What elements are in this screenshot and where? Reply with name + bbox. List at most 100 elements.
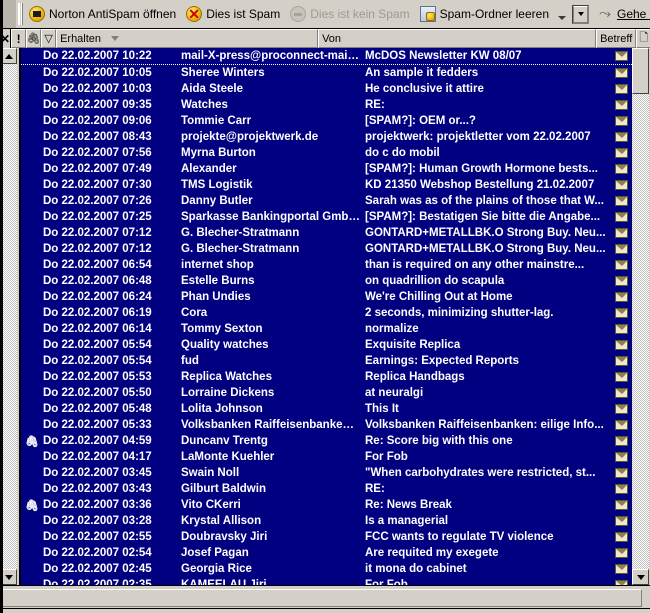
message-row[interactable]: Do 22.02.2007 06:14 Tommy Sexton normalize [21, 321, 632, 337]
unread-envelope-icon[interactable] [610, 212, 632, 222]
unread-envelope-icon[interactable] [610, 468, 632, 478]
attachment-paperclip-icon: 🖇 [25, 435, 39, 448]
unread-envelope-icon[interactable] [610, 356, 632, 366]
message-row[interactable]: Do 22.02.2007 06:24 Phan Undies We're Chil… [21, 289, 632, 305]
message-row[interactable]: Do 22.02.2007 10:03 Aida Steele He conclus… [21, 81, 632, 97]
unread-envelope-icon[interactable] [610, 404, 632, 414]
message-sender: Sheree Winters [181, 67, 265, 79]
this-is-spam-button[interactable]: Dies ist Spam [182, 2, 286, 26]
message-row[interactable]: Do 22.02.2007 09:06 Tommie Carr [SPAM?]: O… [21, 113, 632, 129]
right-vertical-scrollbar[interactable] [632, 48, 650, 585]
message-row[interactable]: Do 22.02.2007 07:49 Alexander [SPAM?]: Hum… [21, 161, 632, 177]
message-received-date: Do 22.02.2007 07:26 [43, 195, 152, 207]
message-row[interactable]: Do 22.02.2007 10:22 mail-X-press@proconne… [21, 48, 632, 65]
unread-envelope-icon[interactable] [610, 388, 632, 398]
unread-envelope-icon[interactable] [610, 420, 632, 430]
unread-envelope-icon[interactable] [610, 116, 632, 126]
column-header-subject[interactable]: Betreff [596, 29, 637, 48]
message-row[interactable]: Do 22.02.2007 05:48 Lolita Johnson This It [21, 401, 632, 417]
right-scrollbar-thumb[interactable] [632, 48, 649, 94]
message-row[interactable]: Do 22.02.2007 03:43 Gilburt Baldwin RE: [21, 481, 632, 497]
unread-envelope-icon[interactable] [610, 260, 632, 270]
unread-envelope-icon[interactable] [610, 228, 632, 238]
unread-envelope-icon[interactable] [610, 324, 632, 334]
unread-envelope-icon[interactable] [610, 276, 632, 286]
message-row[interactable]: Do 22.02.2007 02:55 Doubravsky Jiri FCC wa… [21, 529, 632, 545]
toolbar-overflow-chevron-down-icon[interactable] [558, 16, 566, 20]
right-scrollbar-track[interactable] [632, 94, 649, 569]
unread-envelope-icon[interactable] [610, 244, 632, 254]
message-row[interactable]: Do 22.02.2007 07:25 Sparkasse Bankingport… [21, 209, 632, 225]
message-list[interactable]: Do 22.02.2007 10:22 mail-X-press@proconne… [21, 48, 632, 585]
message-row[interactable]: Do 22.02.2007 03:28 Krystal Allison Is a m… [21, 513, 632, 529]
column-header-attachment[interactable]: 🖇 [26, 29, 42, 48]
message-received-date: Do 22.02.2007 05:54 [43, 339, 152, 351]
not-spam-icon [290, 6, 307, 22]
message-row[interactable]: Do 22.02.2007 08:43 projekte@projektwerk.… [21, 129, 632, 145]
envelope-glyph [614, 308, 628, 318]
message-row[interactable]: Do 22.02.2007 07:30 TMS Logistik KD 21350 … [21, 177, 632, 193]
message-row[interactable]: Do 22.02.2007 06:48 Estelle Burns on quadr… [21, 273, 632, 289]
address-combo-box[interactable] [572, 4, 589, 24]
unread-envelope-icon[interactable] [610, 180, 632, 190]
message-row[interactable]: Do 22.02.2007 07:12 G. Blecher-Stratmann G… [21, 241, 632, 257]
message-row[interactable]: Do 22.02.2007 05:50 Lorraine Dickens at ne… [21, 385, 632, 401]
unread-envelope-icon[interactable] [610, 436, 632, 446]
unread-envelope-icon[interactable] [610, 548, 632, 558]
unread-envelope-icon[interactable] [610, 196, 632, 206]
unread-envelope-icon[interactable] [610, 372, 632, 382]
message-row[interactable]: Do 22.02.2007 05:53 Replica Watches Replic… [21, 369, 632, 385]
message-row[interactable]: 🖇 Do 22.02.2007 04:59 Duncanv Trentg Re: Sc… [21, 433, 632, 449]
right-scroll-down-arrow-icon[interactable] [632, 569, 649, 585]
message-subject: Re: Score big with this one [365, 435, 513, 447]
message-row[interactable]: Do 22.02.2007 02:54 Josef Pagan Are requit… [21, 545, 632, 561]
address-combo-dropdown-button[interactable] [573, 5, 588, 23]
open-norton-antispam-button[interactable]: Norton AntiSpam öffnen [25, 2, 182, 26]
message-row[interactable]: Do 22.02.2007 05:33 Volksbanken Raiffeise… [21, 417, 632, 433]
unread-envelope-icon[interactable] [610, 148, 632, 158]
unread-envelope-icon[interactable] [610, 308, 632, 318]
unread-envelope-icon[interactable] [610, 164, 632, 174]
unread-envelope-icon[interactable] [610, 100, 632, 110]
column-header-page[interactable]: 🗋 [636, 29, 650, 48]
toolbar-gripper[interactable] [18, 3, 25, 25]
unread-envelope-icon[interactable] [610, 516, 632, 526]
go-to-button[interactable]: ⤳ Gehe zu [593, 2, 650, 26]
message-row[interactable]: Do 22.02.2007 04:17 LaMonte Kuehler For Fo… [21, 449, 632, 465]
unread-envelope-icon[interactable] [610, 340, 632, 350]
unread-envelope-icon[interactable] [610, 564, 632, 574]
open-norton-antispam-label: Norton AntiSpam öffnen [49, 7, 177, 21]
unread-envelope-icon[interactable] [610, 500, 632, 510]
message-row[interactable]: Do 22.02.2007 09:35 Watches RE: [21, 97, 632, 113]
unread-envelope-icon[interactable] [610, 68, 632, 78]
message-row[interactable]: Do 22.02.2007 05:54 Quality watches Exquis… [21, 337, 632, 353]
message-row[interactable]: Do 22.02.2007 02:45 Georgia Rice it mona d… [21, 561, 632, 577]
unread-envelope-icon[interactable] [610, 132, 632, 142]
message-row[interactable]: Do 22.02.2007 02:35 KAMEELAU Jiri For Fob [21, 577, 632, 585]
message-row[interactable]: Do 22.02.2007 06:54 internet shop than is … [21, 257, 632, 273]
message-row[interactable]: Do 22.02.2007 05:54 fud Earnings: Expected… [21, 353, 632, 369]
message-row[interactable]: Do 22.02.2007 03:45 Swain Noll "When carbo… [21, 465, 632, 481]
message-subject: Re: News Break [365, 499, 452, 511]
message-row[interactable]: Do 22.02.2007 07:56 Myrna Burton do c do m… [21, 145, 632, 161]
empty-spam-folder-button[interactable]: Spam-Ordner leeren [416, 2, 555, 26]
message-subject: RE: [365, 483, 385, 495]
left-vertical-scrollbar[interactable] [0, 48, 20, 585]
column-header-received[interactable]: Erhalten [56, 29, 319, 48]
message-subject: This It [365, 403, 399, 415]
unread-envelope-icon[interactable] [610, 532, 632, 542]
message-row[interactable]: Do 22.02.2007 07:12 G. Blecher-Stratmann G… [21, 225, 632, 241]
unread-envelope-icon[interactable] [610, 452, 632, 462]
unread-envelope-icon[interactable] [610, 84, 632, 94]
unread-envelope-icon[interactable] [610, 484, 632, 494]
message-row[interactable]: 🖇 Do 22.02.2007 03:36 Vito CKerri Re: News … [21, 497, 632, 513]
message-row[interactable]: Do 22.02.2007 10:05 Sheree Winters An samp… [21, 65, 632, 81]
unread-envelope-icon[interactable] [610, 292, 632, 302]
message-row[interactable]: Do 22.02.2007 07:26 Danny Butler Sarah was… [21, 193, 632, 209]
message-row[interactable]: Do 22.02.2007 06:19 Cora 2 seconds, minimi… [21, 305, 632, 321]
message-subject: than is required on any other mainstre..… [365, 259, 585, 271]
column-header-from[interactable]: Von [318, 29, 597, 48]
unread-envelope-icon[interactable] [610, 51, 632, 61]
column-header-priority[interactable]: ! [11, 29, 27, 48]
column-header-flag[interactable]: ▽ [41, 29, 57, 48]
